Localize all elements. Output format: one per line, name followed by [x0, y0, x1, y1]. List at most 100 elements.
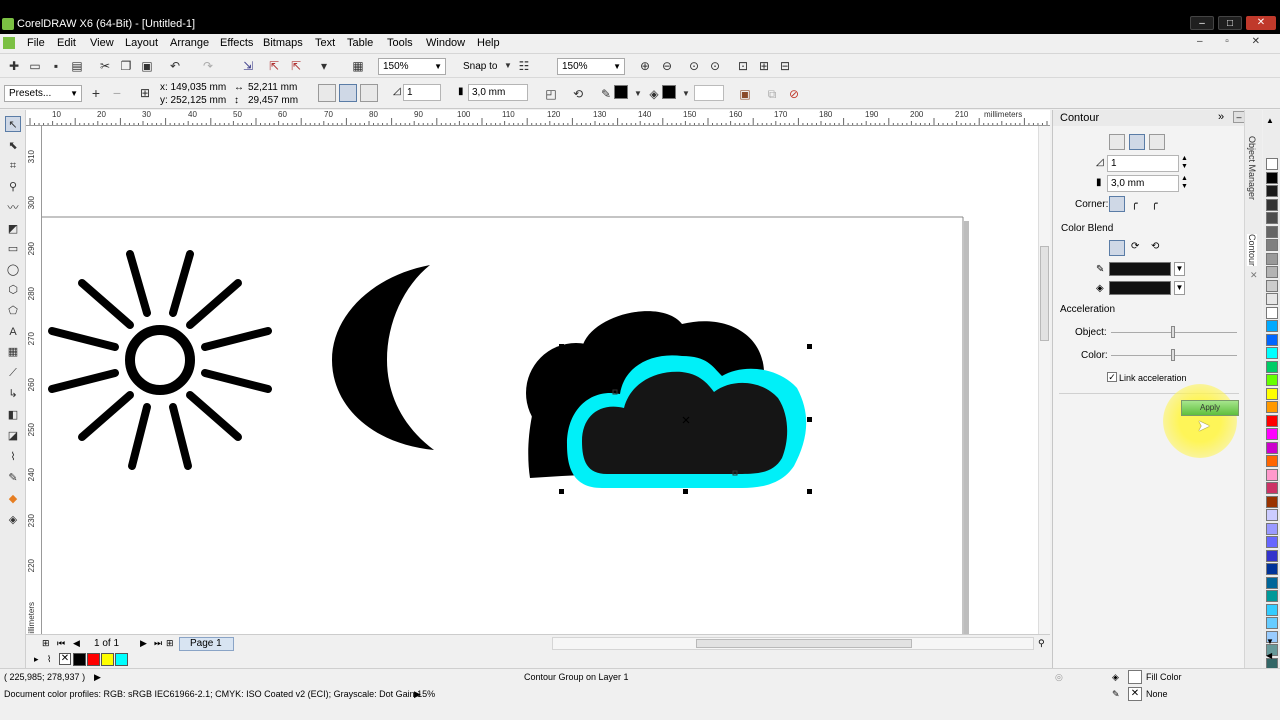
- redo-icon[interactable]: ↷: [200, 58, 216, 74]
- eyedropper-icon[interactable]: ⌇: [47, 654, 51, 665]
- rectangle-tool-icon[interactable]: ▭: [5, 241, 21, 257]
- zoom-level-combo[interactable]: 150% ▼: [378, 58, 446, 75]
- outline-color-swatch[interactable]: [614, 85, 628, 99]
- outline-color-dropdown[interactable]: ▼: [1174, 262, 1185, 276]
- menu-effects[interactable]: Effects: [220, 37, 253, 49]
- palette-swatch[interactable]: [1266, 495, 1278, 508]
- ellipse-tool-icon[interactable]: ◯: [5, 262, 21, 278]
- palette-swatch[interactable]: [1266, 590, 1278, 602]
- document-color-profiles[interactable]: Document color profiles: RGB: sRGB IEC61…: [4, 689, 435, 699]
- fill-color-indicator[interactable]: [1128, 670, 1142, 684]
- add-page-icon[interactable]: ⊞: [42, 638, 50, 649]
- application-launcher-icon[interactable]: ▾: [316, 58, 332, 74]
- docker-outline-color[interactable]: [1109, 262, 1171, 276]
- palette-swatch[interactable]: [1266, 482, 1278, 494]
- vertical-ruler[interactable]: 310 300 290 280 270 260 250 240 230 220 …: [26, 126, 42, 634]
- document-icon[interactable]: [3, 37, 15, 49]
- add-preset-icon[interactable]: +: [88, 85, 104, 101]
- new-document-icon[interactable]: ✚: [6, 58, 22, 74]
- docker-offset-field[interactable]: 3,0 mm: [1107, 175, 1179, 192]
- next-page-button[interactable]: ▶: [140, 638, 147, 649]
- import-icon[interactable]: ⇲: [240, 58, 256, 74]
- palette-swatch[interactable]: [1266, 387, 1278, 400]
- object-width[interactable]: 52,211 mm: [248, 82, 297, 93]
- vertical-scroll-thumb[interactable]: [1040, 246, 1049, 341]
- offset-spinner[interactable]: ▲ ▼: [1181, 175, 1188, 191]
- palette-swatch[interactable]: [1266, 536, 1278, 548]
- corner-miter-button[interactable]: [1109, 196, 1125, 212]
- outline-tool-icon[interactable]: ✎: [5, 470, 21, 486]
- horizontal-scroll-thumb[interactable]: [696, 639, 912, 648]
- docker-steps-field[interactable]: 1: [1107, 155, 1179, 172]
- palette-arrow-icon[interactable]: ▸: [34, 654, 39, 665]
- transparency-tool-icon[interactable]: ◪: [5, 428, 21, 444]
- palette-swatch[interactable]: [1266, 468, 1278, 481]
- menu-file[interactable]: File: [27, 37, 45, 49]
- palette-swatch[interactable]: [1266, 320, 1278, 332]
- link-acceleration-checkbox[interactable]: ✓: [1107, 372, 1117, 382]
- palette-swatch[interactable]: [1266, 212, 1278, 224]
- copy-icon[interactable]: ❐: [118, 58, 134, 74]
- vertical-scrollbar[interactable]: [1038, 126, 1050, 634]
- eyedropper-tool-icon[interactable]: ⌇: [5, 449, 21, 465]
- palette-swatch-yellow[interactable]: [101, 653, 114, 666]
- apply-button[interactable]: Apply: [1181, 400, 1239, 416]
- coreldraw-app-icon[interactable]: [2, 18, 14, 30]
- welcome-screen-icon[interactable]: ▦: [350, 58, 366, 74]
- tab-close-icon[interactable]: ✕: [1250, 270, 1258, 281]
- interactive-fill-tool-icon[interactable]: ◈: [5, 512, 21, 528]
- palette-swatch[interactable]: [1266, 279, 1278, 292]
- snap-to-dropdown[interactable]: Snap to: [463, 61, 497, 72]
- dimension-tool-icon[interactable]: ⟋: [5, 365, 21, 381]
- smart-fill-tool-icon[interactable]: ◩: [5, 221, 21, 237]
- zoom-width-icon[interactable]: ⊞: [756, 58, 772, 74]
- to-center-button[interactable]: [1109, 134, 1125, 150]
- clockwise-blend-icon[interactable]: ⟳: [1131, 241, 1139, 252]
- fill-color-swatch[interactable]: [662, 85, 676, 99]
- copy-contour-properties-icon[interactable]: ▣: [737, 86, 753, 102]
- options-icon[interactable]: ☷: [516, 58, 532, 74]
- palette-swatch[interactable]: [1266, 306, 1278, 319]
- palette-swatch[interactable]: [1266, 374, 1278, 386]
- moon-drawing[interactable]: [332, 265, 434, 450]
- color-acceleration-thumb[interactable]: [1171, 349, 1175, 361]
- palette-swatch[interactable]: [1266, 185, 1278, 197]
- palette-expand[interactable]: ◀: [1266, 651, 1272, 660]
- corner-round-icon[interactable]: ╭: [1131, 197, 1138, 210]
- inside-contour-button[interactable]: [339, 84, 357, 102]
- zoom-out-icon[interactable]: ⊖: [659, 58, 675, 74]
- cut-icon[interactable]: ✂: [97, 58, 113, 74]
- zoom-in-icon[interactable]: ⊕: [637, 58, 653, 74]
- palette-scroll-down[interactable]: ▼: [1266, 637, 1274, 646]
- horizontal-scrollbar[interactable]: [552, 637, 1034, 650]
- drawing-canvas[interactable]: [42, 126, 1038, 634]
- palette-swatch[interactable]: [1266, 333, 1278, 346]
- contour-steps-field[interactable]: 1: [403, 84, 441, 101]
- zoom-levels-combo[interactable]: 150% ▼: [557, 58, 625, 75]
- palette-swatch[interactable]: [1266, 252, 1278, 265]
- tab-object-manager[interactable]: Object Manager: [1247, 136, 1257, 200]
- menu-arrange[interactable]: Arrange: [170, 37, 209, 49]
- menu-window[interactable]: Window: [426, 37, 465, 49]
- previous-page-button[interactable]: ◀: [73, 638, 80, 649]
- palette-swatch[interactable]: [1266, 428, 1278, 440]
- clear-contour-icon[interactable]: ⊘: [786, 86, 802, 102]
- save-icon[interactable]: ▪: [48, 58, 64, 74]
- contour-offset-field[interactable]: 3,0 mm: [468, 84, 528, 101]
- crop-tool-icon[interactable]: ⌗: [5, 158, 21, 174]
- x-position[interactable]: x: 149,035 mm: [160, 82, 226, 93]
- paste-icon[interactable]: ▣: [139, 58, 155, 74]
- open-icon[interactable]: ▭: [27, 58, 43, 74]
- palette-swatch[interactable]: [1266, 617, 1278, 629]
- palette-swatch[interactable]: [1266, 576, 1278, 589]
- first-page-button[interactable]: ⏮: [57, 638, 65, 649]
- document-window-buttons[interactable]: – ▫ ✕: [1197, 36, 1270, 47]
- palette-swatch[interactable]: [1266, 347, 1278, 359]
- palette-swatch[interactable]: [1266, 455, 1278, 467]
- shape-tool-icon[interactable]: ⬉: [5, 138, 21, 154]
- text-tool-icon[interactable]: A: [5, 324, 21, 340]
- palette-swatch-red[interactable]: [87, 653, 100, 666]
- menu-help[interactable]: Help: [477, 37, 500, 49]
- horizontal-ruler[interactable]: 10 20 30 40 50 60 70 80 90 100 110 120 1…: [26, 110, 1050, 126]
- inside-contour-button[interactable]: [1129, 134, 1145, 150]
